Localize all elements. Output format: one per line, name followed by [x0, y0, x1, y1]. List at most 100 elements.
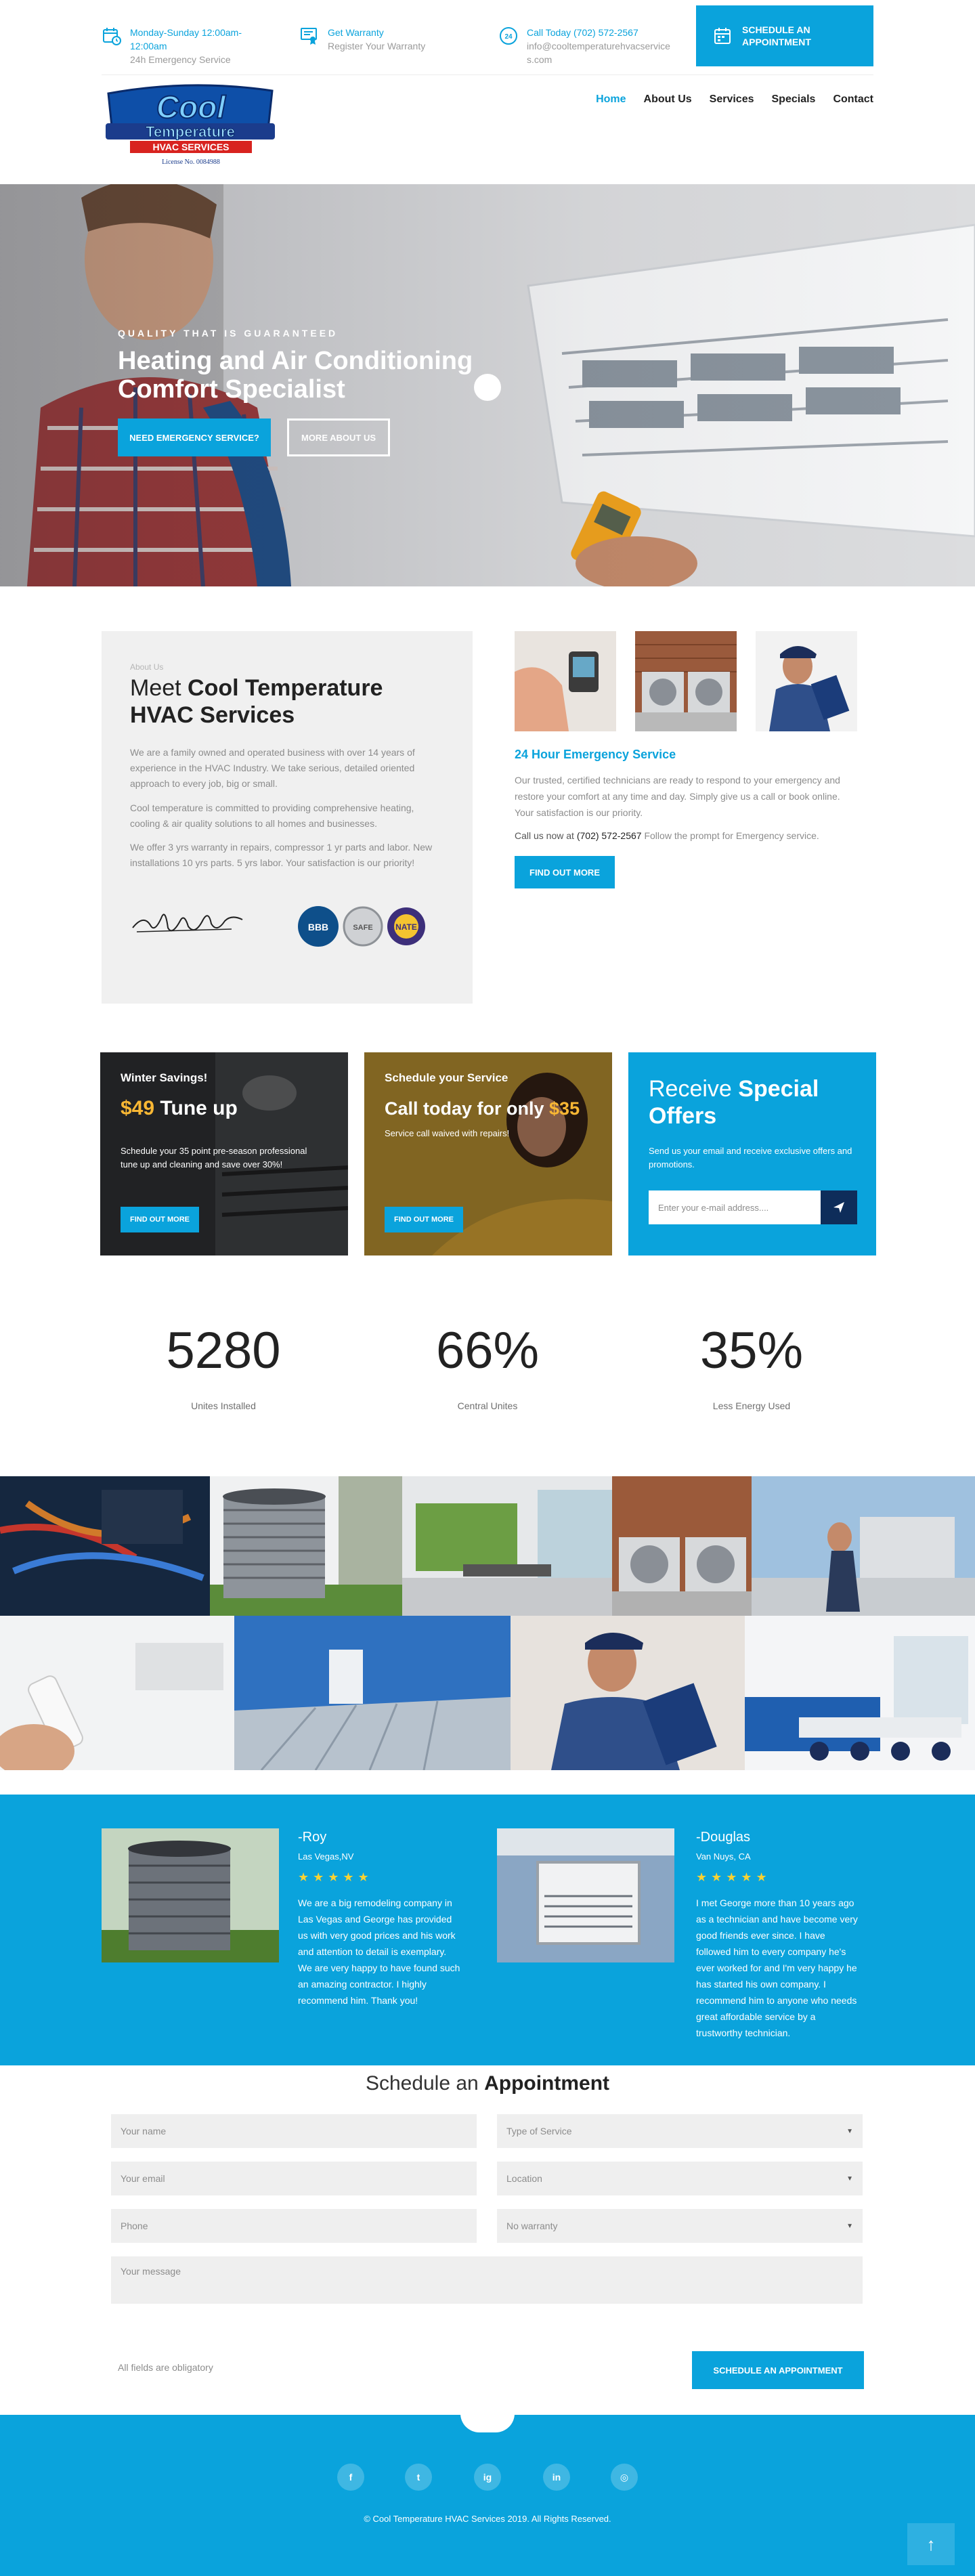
- schedule-button-line2: APPOINTMENT: [742, 37, 811, 47]
- gallery-remote[interactable]: [0, 1616, 234, 1770]
- site-logo[interactable]: Cool Temperature HVAC SERVICES License N…: [102, 81, 279, 169]
- special-offers-text: Send us your email and receive exclusive…: [649, 1146, 852, 1169]
- name-field[interactable]: Your name: [111, 2114, 477, 2148]
- gallery-ac-units[interactable]: [612, 1476, 752, 1616]
- email-line1[interactable]: info@cooltemperaturehvacservice: [527, 39, 670, 53]
- more-about-us-button[interactable]: MORE ABOUT US: [287, 418, 390, 456]
- gallery-technician[interactable]: [511, 1616, 745, 1770]
- about-title: Meet Cool Temperature HVAC Services: [130, 674, 441, 729]
- header-divider: [102, 74, 873, 75]
- testimonial1-rating: ★★★★★: [298, 1870, 373, 1884]
- ac-units-photo: [635, 631, 737, 731]
- svg-text:24: 24: [504, 33, 513, 41]
- promo1-headline: $49 Tune up: [121, 1097, 238, 1120]
- chevron-down-icon: ▼: [846, 2174, 853, 2183]
- main-navigation: Home About Us Services Specials Contact: [596, 93, 873, 106]
- nav-specials[interactable]: Specials: [772, 93, 816, 106]
- message-textarea[interactable]: Your message: [111, 2256, 863, 2304]
- schedule-appointment-button[interactable]: SCHEDULE AN APPOINTMENT: [696, 5, 873, 66]
- about-paragraph-1: We are a family owned and operated busin…: [130, 747, 415, 789]
- nav-home[interactable]: Home: [596, 93, 626, 106]
- form-note: All fields are obligatory: [118, 2362, 213, 2373]
- emergency-text: Our trusted, certified technicians are r…: [515, 775, 840, 818]
- location-select[interactable]: Location ▼: [497, 2162, 863, 2195]
- phone-number[interactable]: Call Today (702) 572-2567: [527, 26, 670, 39]
- newsletter-email-input[interactable]: Enter your e-mail address....: [649, 1190, 821, 1224]
- nav-about-us[interactable]: About Us: [644, 93, 692, 106]
- footer-notch: [460, 2413, 515, 2432]
- testimonial1-photo: [102, 1828, 279, 1962]
- call-suffix: Follow the prompt for Emergency service.: [641, 830, 819, 841]
- hero-kicker: QUALITY THAT IS GUARANTEED: [118, 328, 339, 339]
- warranty-subtitle: Register Your Warranty: [328, 41, 426, 51]
- promo1-button[interactable]: FIND OUT MORE: [121, 1207, 199, 1232]
- linkedin-icon[interactable]: in: [543, 2464, 570, 2491]
- promo2-kicker: Schedule your Service: [385, 1071, 508, 1084]
- hours-line2: 12:00am: [130, 41, 167, 51]
- email-field[interactable]: Your email: [111, 2162, 477, 2195]
- testimonial1-text: We are a big remodeling company in Las V…: [298, 1897, 460, 2006]
- contact-info[interactable]: 24 Call Today (702) 572-2567 info@coolte…: [498, 26, 670, 66]
- email-placeholder: Your email: [121, 2173, 165, 2184]
- dribbble-icon[interactable]: ◎: [611, 2464, 638, 2491]
- stat-number: 66%: [435, 1322, 540, 1379]
- promo1-kicker: Winter Savings!: [121, 1071, 208, 1084]
- about-kicker: About Us: [130, 662, 164, 672]
- warranty-select[interactable]: No warranty ▼: [497, 2209, 863, 2243]
- location-value: Location: [506, 2173, 542, 2184]
- twitter-icon[interactable]: t: [405, 2464, 432, 2491]
- safe-badge-label: SAFE: [353, 924, 372, 932]
- promo1-text: Schedule your 35 point pre-season profes…: [121, 1146, 307, 1169]
- stat-label: Central Unites: [457, 1400, 518, 1411]
- find-out-more-button[interactable]: FIND OUT MORE: [515, 856, 615, 888]
- appointment-title-bold: Appointment: [484, 2072, 610, 2095]
- logo-word-3: HVAC SERVICES: [152, 142, 229, 152]
- chevron-down-icon: ▼: [846, 2127, 853, 2135]
- gallery-rooftop[interactable]: [752, 1476, 975, 1616]
- stat-units-installed: 5280 Unites Installed: [88, 1321, 359, 1411]
- warranty-value: No warranty: [506, 2220, 558, 2231]
- call-label: Call us now at: [515, 830, 577, 841]
- promo2-button[interactable]: FIND OUT MORE: [385, 1207, 463, 1232]
- gallery-roof-vent[interactable]: [234, 1616, 511, 1770]
- logo-word-1: Cool: [156, 89, 226, 125]
- nate-badge-label: NATE: [395, 922, 417, 932]
- testimonial1-name: -Roy: [298, 1830, 327, 1845]
- service-type-select[interactable]: Type of Service ▼: [497, 2114, 863, 2148]
- stat-number: 35%: [699, 1322, 804, 1379]
- gallery-condenser[interactable]: [210, 1476, 402, 1616]
- certificate-icon: [301, 28, 317, 45]
- hero-title: Heating and Air Conditioning Comfort Spe…: [118, 347, 473, 404]
- promo2-text: Service call waived with repairs!: [385, 1128, 510, 1138]
- safe-badge: SAFE: [343, 906, 383, 947]
- testimonial1-location: Las Vegas,NV: [298, 1851, 354, 1862]
- newsletter-send-button[interactable]: [821, 1190, 857, 1224]
- promo2-headline: Call today for only $35: [385, 1097, 580, 1120]
- warranty-title[interactable]: Get Warranty: [328, 26, 425, 39]
- submit-appointment-button[interactable]: SCHEDULE AN APPOINTMENT: [692, 2351, 864, 2389]
- appointment-title: Schedule an Appointment: [0, 2072, 975, 2095]
- chevron-down-icon: ▼: [846, 2222, 853, 2230]
- call-number[interactable]: (702) 572-2567: [577, 830, 642, 841]
- gallery-conference-room[interactable]: [745, 1616, 975, 1770]
- logo-word-2: Temperature: [146, 123, 235, 140]
- gallery-wiring[interactable]: [0, 1476, 210, 1616]
- warranty-info[interactable]: Get Warranty Register Your Warranty: [299, 26, 425, 53]
- phone-field[interactable]: Phone: [111, 2209, 477, 2243]
- schedule-button-line1: SCHEDULE AN: [742, 24, 810, 35]
- about-paragraph-3: We offer 3 yrs warranty in repairs, comp…: [130, 842, 433, 868]
- owner-signature: [132, 914, 243, 932]
- bbb-badge: BBB: [298, 906, 339, 947]
- instagram-icon[interactable]: ig: [474, 2464, 501, 2491]
- emergency-service-button[interactable]: NEED EMERGENCY SERVICE?: [118, 418, 271, 456]
- about-title-light: Meet: [130, 675, 188, 701]
- facebook-icon[interactable]: f: [337, 2464, 364, 2491]
- special-offers-title: Receive Special Offers: [649, 1075, 876, 1130]
- email-line2[interactable]: s.com: [527, 53, 670, 66]
- slider-dot[interactable]: [474, 374, 501, 401]
- back-to-top-button[interactable]: ↑: [907, 2523, 955, 2565]
- special-title-light: Receive: [649, 1076, 739, 1102]
- nav-contact[interactable]: Contact: [833, 93, 873, 106]
- nav-services[interactable]: Services: [710, 93, 754, 106]
- gallery-office[interactable]: [402, 1476, 612, 1616]
